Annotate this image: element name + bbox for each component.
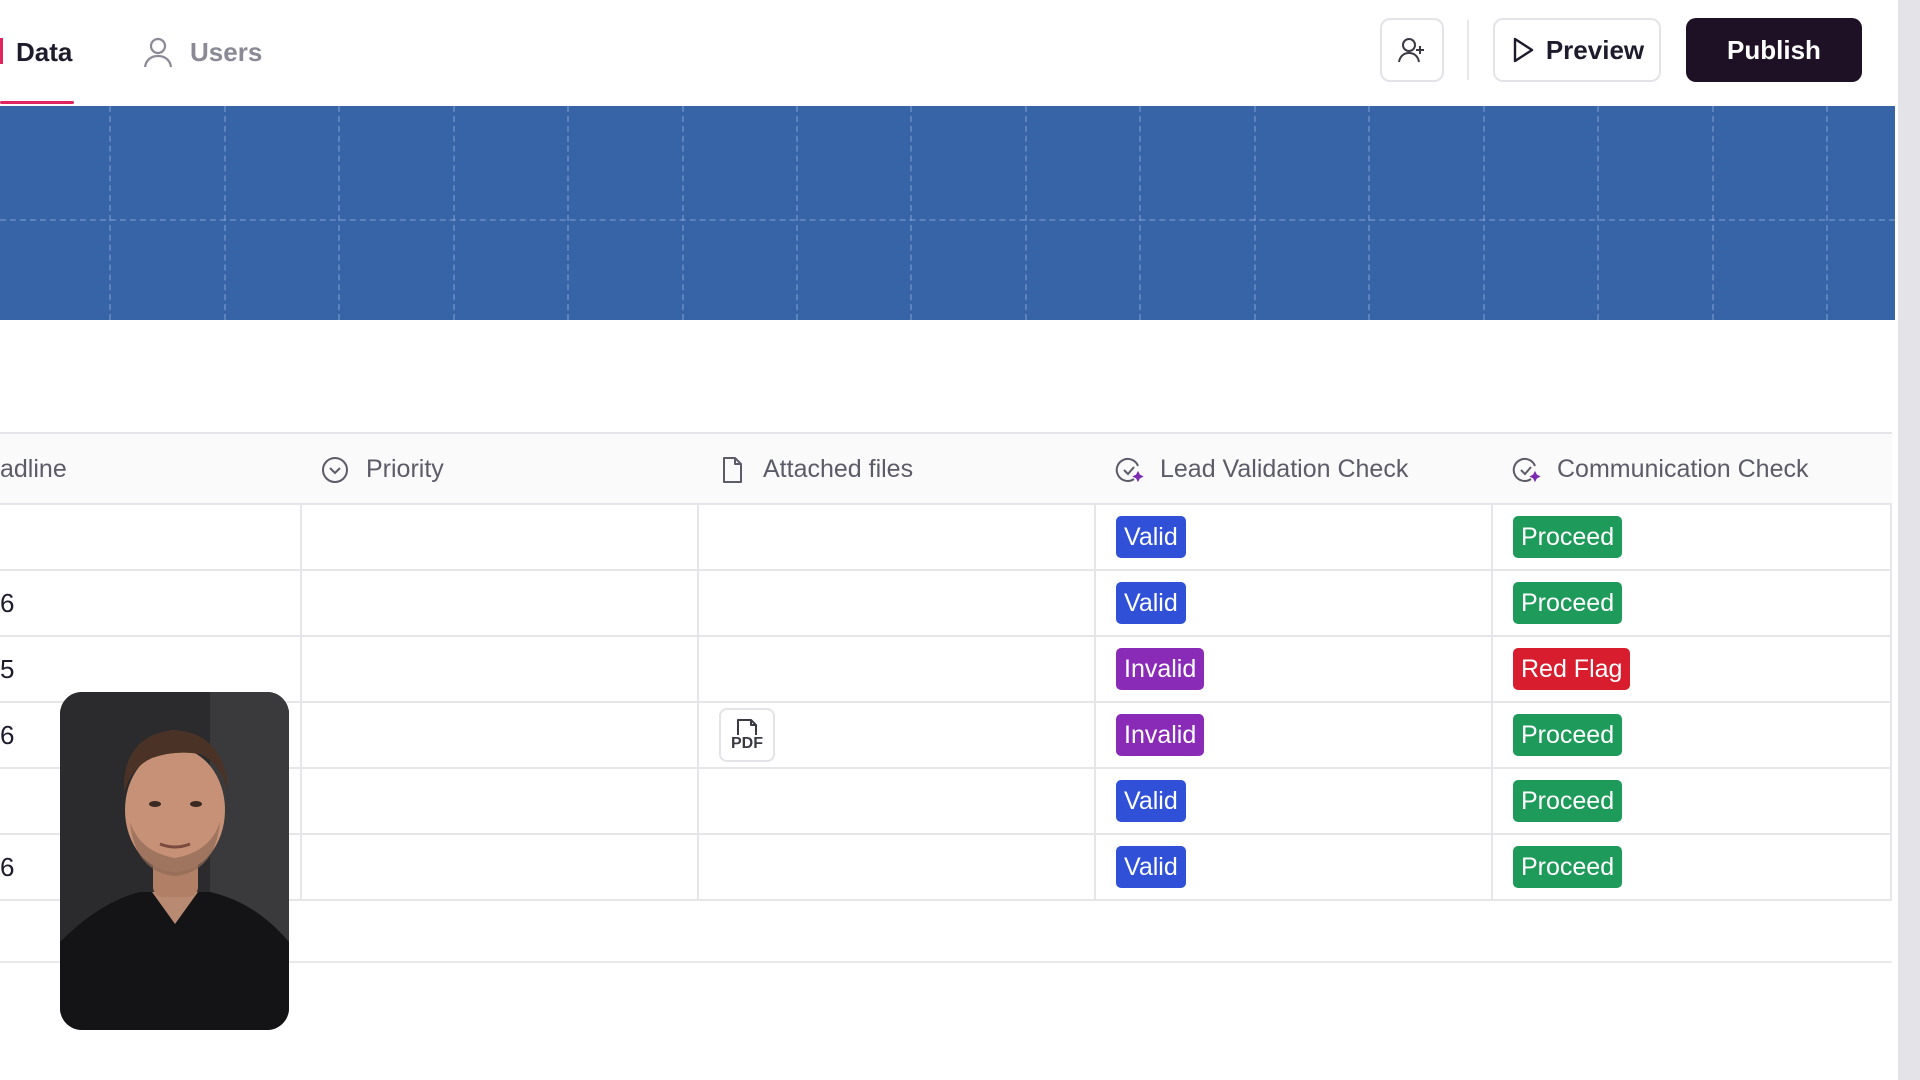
ai-check-icon — [1115, 457, 1144, 482]
banner-grid-line — [224, 106, 226, 320]
status-badge-valid: Valid — [1116, 780, 1186, 822]
banner-grid-line — [796, 106, 798, 320]
cell-lead-validation[interactable]: Valid — [1116, 769, 1186, 833]
pdf-label: PDF — [731, 735, 763, 752]
cell-attached-files[interactable]: PDF — [719, 703, 775, 767]
column-header-communication[interactable]: Communication Check — [1511, 434, 1809, 505]
cell-communication[interactable]: Proceed — [1513, 835, 1623, 899]
status-badge-proceed: Proceed — [1513, 846, 1623, 888]
publish-label: Publish — [1727, 34, 1821, 65]
banner-grid-line — [1483, 106, 1485, 320]
webcam-overlay — [60, 692, 289, 1030]
tab-data-label: Data — [16, 36, 73, 67]
vertical-scrollbar[interactable] — [1898, 0, 1920, 1080]
banner-grid-line — [1139, 106, 1141, 320]
pdf-file-icon — [737, 719, 757, 735]
status-badge-proceed: Proceed — [1513, 582, 1623, 624]
column-header-label: adline — [0, 455, 67, 483]
banner-grid-line — [0, 219, 1895, 221]
file-icon — [723, 456, 742, 483]
status-badge-invalid: Invalid — [1116, 714, 1205, 756]
banner-grid-line — [1025, 106, 1027, 320]
banner-grid-line — [338, 106, 340, 320]
cell-lead-validation[interactable]: Invalid — [1116, 637, 1205, 701]
preview-label: Preview — [1545, 34, 1645, 65]
user-icon — [143, 37, 173, 68]
cell-deadline[interactable]: 6 — [0, 571, 14, 635]
ai-check-icon — [1512, 457, 1541, 482]
status-badge-valid: Valid — [1116, 516, 1186, 558]
banner-grid-line — [1254, 106, 1256, 320]
cell-deadline[interactable]: 6 — [0, 835, 14, 899]
presenter-video — [60, 692, 289, 1030]
tab-data[interactable]: Data — [0, 0, 74, 104]
play-icon — [1513, 37, 1534, 63]
column-header-label: Communication Check — [1557, 455, 1809, 483]
cell-communication[interactable]: Proceed — [1513, 571, 1623, 635]
table-row[interactable]: 5 Invalid Red Flag — [0, 637, 1892, 703]
status-badge-red-flag: Red Flag — [1513, 648, 1631, 690]
active-tab-underline — [0, 101, 74, 104]
banner-grid-line — [1826, 106, 1828, 320]
top-bar: Data Users Preview Publish — [0, 0, 1895, 106]
status-badge-invalid: Invalid — [1116, 648, 1205, 690]
column-header-deadline[interactable]: adline — [0, 434, 67, 505]
column-header-attached-files[interactable]: Attached files — [717, 434, 913, 505]
tab-accent-mark — [0, 38, 3, 64]
table-header: adline Priority Attached files Lead Vali… — [0, 432, 1892, 505]
status-badge-proceed: Proceed — [1513, 516, 1623, 558]
banner-grid-line — [109, 106, 111, 320]
status-badge-valid: Valid — [1116, 846, 1186, 888]
banner-grid-line — [1597, 106, 1599, 320]
tab-users[interactable]: Users — [140, 0, 262, 104]
table-row[interactable]: Valid Proceed — [0, 505, 1892, 571]
cell-communication[interactable]: Red Flag — [1513, 637, 1631, 701]
toolbar-divider — [1467, 20, 1469, 80]
banner-grid-line — [567, 106, 569, 320]
cell-lead-validation[interactable]: Valid — [1116, 505, 1186, 569]
cell-lead-validation[interactable]: Valid — [1116, 571, 1186, 635]
cell-communication[interactable]: Proceed — [1513, 703, 1623, 767]
status-badge-proceed: Proceed — [1513, 780, 1623, 822]
banner-grid-line — [682, 106, 684, 320]
publish-button[interactable]: Publish — [1686, 18, 1862, 82]
cell-lead-validation[interactable]: Invalid — [1116, 703, 1205, 767]
column-header-lead-validation[interactable]: Lead Validation Check — [1114, 434, 1408, 505]
cover-banner — [0, 106, 1895, 320]
cell-lead-validation[interactable]: Valid — [1116, 835, 1186, 899]
banner-grid-line — [1712, 106, 1714, 320]
status-badge-valid: Valid — [1116, 582, 1186, 624]
column-header-label: Priority — [366, 455, 444, 483]
app-page: Data Users Preview Publish adline Priori… — [0, 0, 1920, 1080]
banner-grid-line — [910, 106, 912, 320]
table-row[interactable]: 6 Valid Proceed — [0, 571, 1892, 637]
cell-deadline[interactable]: 6 — [0, 703, 14, 767]
tab-users-label: Users — [190, 36, 263, 67]
column-header-label: Lead Validation Check — [1160, 455, 1409, 483]
cell-deadline[interactable]: 5 — [0, 637, 14, 701]
banner-grid-line — [1368, 106, 1370, 320]
invite-user-button[interactable] — [1380, 18, 1444, 82]
user-plus-icon — [1398, 38, 1424, 63]
pdf-file-thumbnail[interactable]: PDF — [719, 708, 775, 762]
preview-button[interactable]: Preview — [1493, 18, 1661, 82]
cell-communication[interactable]: Proceed — [1513, 505, 1623, 569]
circle-chevron-icon — [322, 456, 348, 483]
column-header-priority[interactable]: Priority — [320, 434, 444, 505]
banner-grid-line — [453, 106, 455, 320]
column-header-label: Attached files — [763, 455, 914, 483]
cell-communication[interactable]: Proceed — [1513, 769, 1623, 833]
status-badge-proceed: Proceed — [1513, 714, 1623, 756]
